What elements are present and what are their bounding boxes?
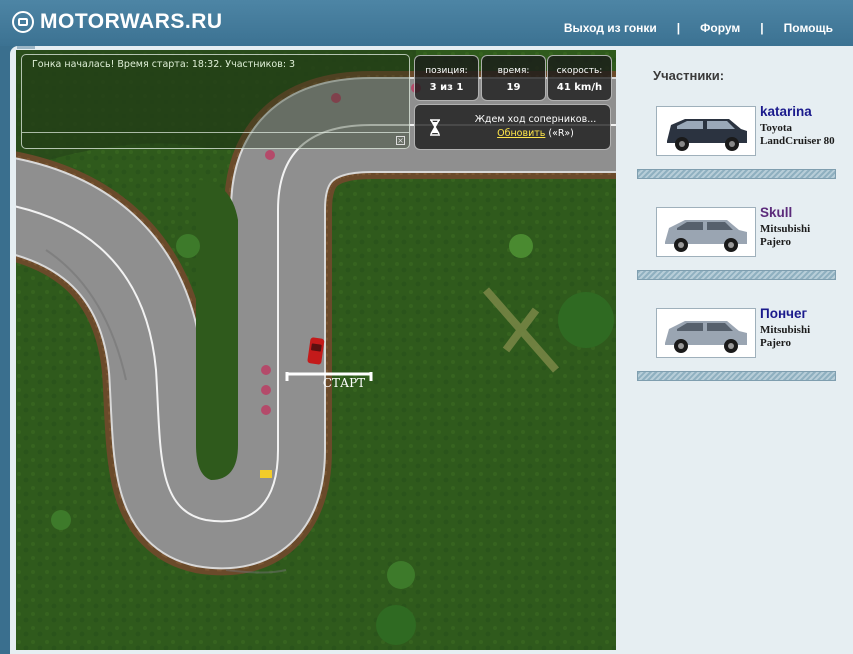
- suv-icon: [657, 208, 755, 256]
- speed-box: скорость: 41 km/h: [547, 55, 612, 101]
- nav-separator: |: [676, 21, 681, 35]
- refresh-row: Обновить («R»): [463, 128, 608, 139]
- help-link[interactable]: Помощь: [784, 21, 833, 35]
- logo-text: MOTORWARS.RU: [40, 10, 223, 33]
- car-thumbnail[interactable]: [656, 308, 756, 358]
- waiting-text: Ждем ход соперников...: [474, 114, 597, 125]
- suv-icon: [657, 309, 755, 357]
- speed-label: скорость:: [556, 66, 603, 76]
- refresh-link[interactable]: Обновить: [497, 128, 545, 139]
- participants-title: Участники:: [653, 68, 725, 83]
- site-logo[interactable]: MOTORWARS.RU: [12, 10, 223, 34]
- time-value: 19: [506, 82, 521, 93]
- suv-icon: [657, 107, 755, 155]
- exit-race-link[interactable]: Выход из гонки: [564, 21, 657, 35]
- logo-icon: [12, 11, 34, 33]
- top-navigation: Выход из гонки | Форум | Помощь: [564, 21, 833, 35]
- participant-car: Toyota LandCruiser 80: [760, 122, 835, 147]
- race-map[interactable]: Гонка началась! Время старта: 18:32. Уча…: [16, 50, 616, 650]
- participant-progress-bar: [637, 169, 836, 179]
- participant-name[interactable]: Пончег: [760, 306, 807, 321]
- participant-item: Skull Mitsubishi Pajero: [636, 205, 836, 287]
- refresh-hotkey: («R»): [548, 128, 574, 139]
- forum-link[interactable]: Форум: [700, 21, 740, 35]
- participant-item: Пончег Mitsubishi Pajero: [636, 306, 836, 388]
- waiting-panel: Ждем ход соперников... Обновить («R»): [414, 104, 611, 150]
- participant-car: Mitsubishi Pajero: [760, 223, 811, 248]
- participant-name[interactable]: katarina: [760, 104, 812, 119]
- start-line-label: СТАРТ: [322, 376, 366, 390]
- participant-item: katarina Toyota LandCruiser 80: [636, 104, 836, 186]
- participant-progress-bar: [637, 270, 836, 280]
- time-label: время:: [497, 66, 530, 76]
- car-thumbnail[interactable]: [656, 106, 756, 156]
- race-message-text: Гонка началась! Время старта: 18:32. Уча…: [32, 59, 296, 70]
- top-bar: MOTORWARS.RU Выход из гонки | Форум | По…: [0, 0, 853, 46]
- speed-value: 41 km/h: [556, 82, 603, 93]
- race-message-panel: Гонка началась! Время старта: 18:32. Уча…: [21, 54, 410, 149]
- position-box: позиция: 3 из 1: [414, 55, 479, 101]
- nav-separator: |: [760, 21, 764, 35]
- car-thumbnail[interactable]: [656, 207, 756, 257]
- close-icon[interactable]: ×: [396, 136, 405, 145]
- position-label: позиция:: [425, 66, 468, 76]
- position-value: 3 из 1: [429, 82, 464, 93]
- participant-name[interactable]: Skull: [760, 205, 792, 220]
- message-divider: [22, 132, 409, 133]
- participant-car: Mitsubishi Pajero: [760, 324, 811, 349]
- participant-progress-bar: [637, 371, 836, 381]
- hourglass-icon: [430, 119, 440, 136]
- time-box: время: 19: [481, 55, 546, 101]
